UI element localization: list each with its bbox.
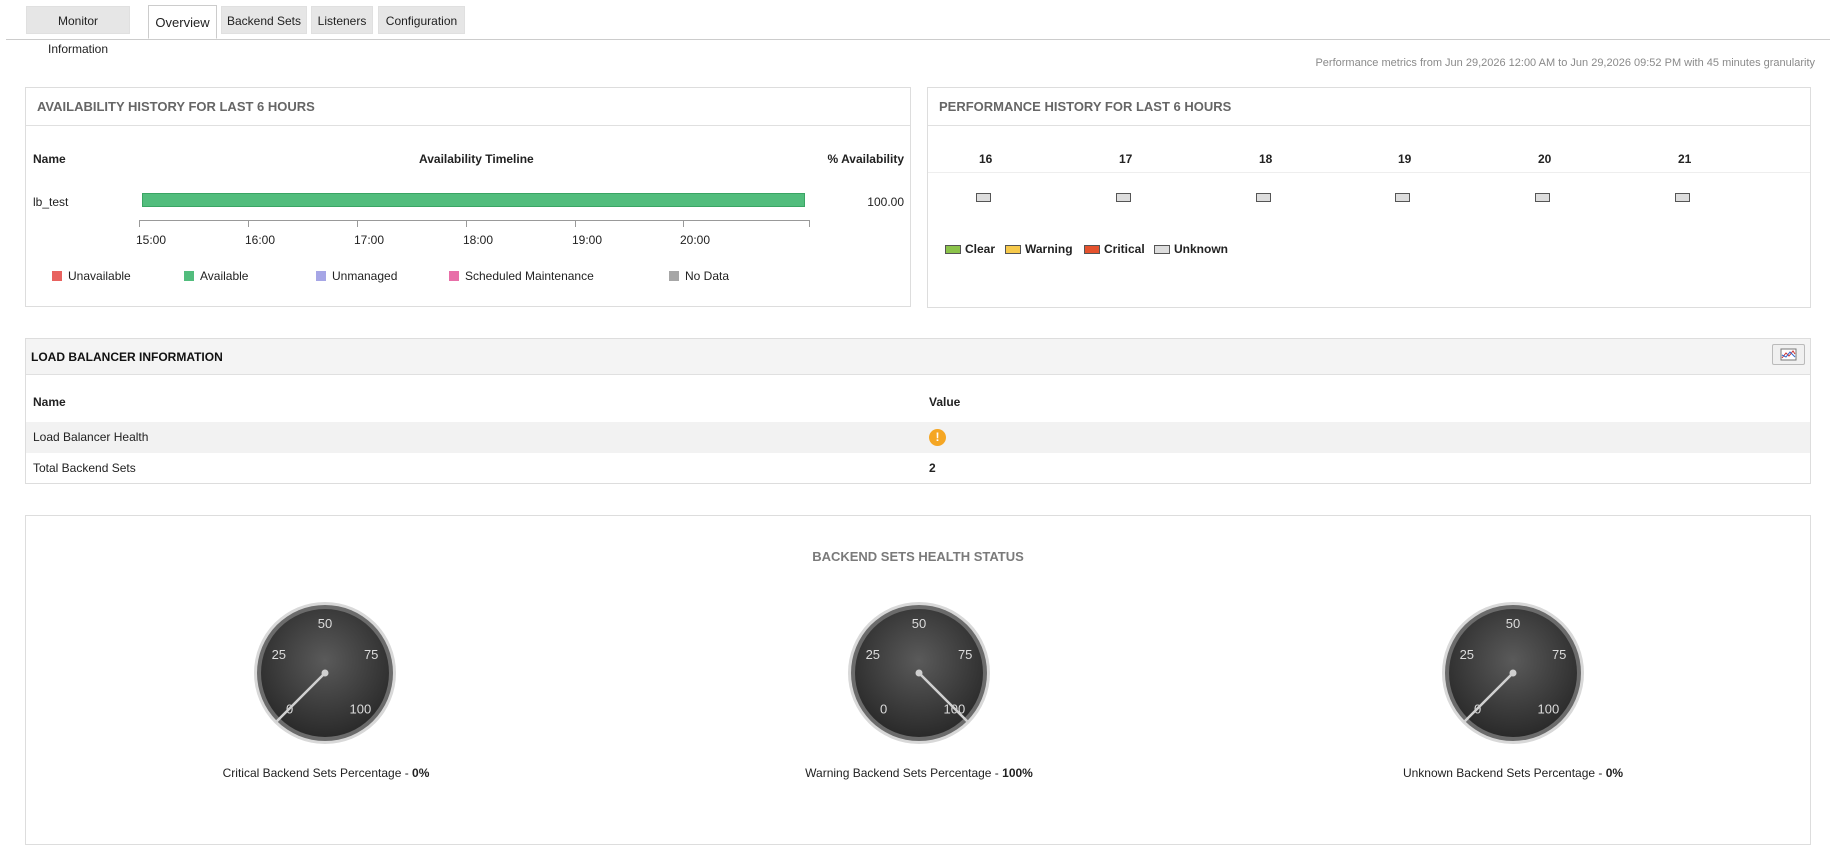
gauge-scale-label: 25	[272, 647, 286, 662]
legend-swatch	[1084, 245, 1100, 254]
gauge-scale-label: 50	[1506, 616, 1520, 631]
gauge-hub	[915, 669, 923, 677]
unknown-gauge-caption: Unknown Backend Sets Percentage - 0%	[1402, 766, 1624, 780]
gauge-scale-label: 50	[318, 616, 332, 631]
availability-timeline-bar[interactable]	[142, 193, 805, 207]
tab-backend-sets[interactable]: Backend Sets	[221, 6, 307, 34]
legend-swatch	[669, 271, 679, 281]
monitor-name[interactable]: lb_test	[33, 195, 68, 209]
axis-label: 15:00	[136, 233, 167, 247]
axis-tick	[357, 220, 358, 227]
lb-info-title: LOAD BALANCER INFORMATION	[26, 339, 1810, 375]
chart-export-icon	[1780, 348, 1797, 361]
gauge-scale-label: 75	[1552, 647, 1566, 662]
tab-configuration[interactable]: Configuration	[378, 6, 465, 34]
warning-status-icon[interactable]: !	[929, 429, 946, 446]
gauge-scale-label: 25	[866, 647, 880, 662]
health-title: BACKEND SETS HEALTH STATUS	[812, 549, 1024, 564]
hour-label: 19	[1398, 152, 1412, 166]
table-row: Load Balancer Health !	[26, 422, 1810, 453]
legend-swatch	[1154, 245, 1170, 254]
hour-label: 17	[1119, 152, 1133, 166]
table-row: Total Backend Sets 2	[26, 453, 1810, 484]
performance-cell[interactable]	[1256, 193, 1271, 202]
axis-tick	[683, 220, 684, 227]
axis-label: 16:00	[245, 233, 276, 247]
gauge-scale-label: 75	[364, 647, 378, 662]
backend-sets-health-panel: BACKEND SETS HEALTH STATUS 0255075100 02…	[25, 515, 1811, 845]
lb-row-name: Total Backend Sets	[33, 461, 136, 475]
gauge-hub	[321, 669, 329, 677]
tab-overview[interactable]: Overview	[148, 5, 217, 39]
unknown-gauge[interactable]: 0255075100	[1441, 601, 1585, 745]
gauge-scale-label: 75	[958, 647, 972, 662]
axis-label: 20:00	[680, 233, 711, 247]
axis-label: 19:00	[572, 233, 603, 247]
performance-cell[interactable]	[1675, 193, 1690, 202]
axis-tick	[575, 220, 576, 227]
legend-swatch	[945, 245, 961, 254]
performance-title: PERFORMANCE HISTORY FOR LAST 6 HOURS	[928, 88, 1810, 126]
performance-cell[interactable]	[1395, 193, 1410, 202]
hour-label: 20	[1538, 152, 1552, 166]
axis-tick	[139, 220, 140, 227]
lb-row-name: Load Balancer Health	[33, 430, 149, 444]
axis-tick	[466, 220, 467, 227]
legend-unmanaged: Unmanaged	[316, 269, 397, 283]
legend-warning: Warning	[1005, 242, 1073, 256]
legend-unknown: Unknown	[1154, 242, 1228, 256]
gauge-scale-label: 100	[1538, 701, 1560, 716]
warning-gauge-caption: Warning Backend Sets Percentage - 100%	[805, 766, 1033, 780]
legend-available: Available	[184, 269, 248, 283]
tab-bar: Monitor Information Overview Backend Set…	[6, 5, 1830, 56]
legend-swatch	[316, 271, 326, 281]
axis-tick	[248, 220, 249, 227]
hour-label: 21	[1678, 152, 1692, 166]
legend-clear: Clear	[945, 242, 995, 256]
total-backend-sets-value[interactable]: 2	[929, 453, 936, 484]
axis-tick	[809, 220, 810, 227]
lb-col-value: Value	[929, 395, 961, 409]
availability-percentage: 100.00	[867, 195, 904, 209]
tab-monitor-information[interactable]: Monitor Information	[26, 6, 130, 56]
gauge-scale-label: 100	[350, 701, 372, 716]
legend-scheduled-maintenance: Scheduled Maintenance	[449, 269, 594, 283]
tab-listeners[interactable]: Listeners	[311, 6, 373, 34]
performance-cell[interactable]	[976, 193, 991, 202]
lb-col-name: Name	[33, 395, 66, 409]
gauge-hub	[1509, 669, 1517, 677]
gauge-scale-label: 25	[1460, 647, 1474, 662]
availability-title: AVAILABILITY HISTORY FOR LAST 6 HOURS	[26, 88, 910, 126]
legend-swatch	[449, 271, 459, 281]
gauge-scale-label: 50	[912, 616, 926, 631]
load-balancer-info-panel: LOAD BALANCER INFORMATION Name Value Loa…	[25, 338, 1811, 484]
availability-col-name: Name	[33, 152, 66, 166]
availability-history-panel: AVAILABILITY HISTORY FOR LAST 6 HOURS Na…	[25, 87, 911, 307]
performance-history-panel: PERFORMANCE HISTORY FOR LAST 6 HOURS 16 …	[927, 87, 1811, 308]
legend-critical: Critical	[1084, 242, 1145, 256]
legend-swatch	[52, 271, 62, 281]
legend-swatch	[184, 271, 194, 281]
availability-col-timeline: Availability Timeline	[419, 152, 534, 166]
export-chart-button[interactable]	[1772, 344, 1805, 365]
legend-swatch	[1005, 245, 1021, 254]
legend-no-data: No Data	[669, 269, 729, 283]
performance-cell[interactable]	[1535, 193, 1550, 202]
hour-label: 16	[979, 152, 993, 166]
hour-label: 18	[1259, 152, 1273, 166]
axis-label: 18:00	[463, 233, 494, 247]
warning-gauge[interactable]: 0255075100	[847, 601, 991, 745]
gauge-scale-label: 0	[880, 701, 887, 716]
axis-label: 17:00	[354, 233, 385, 247]
timeline-axis	[139, 220, 810, 221]
legend-unavailable: Unavailable	[52, 269, 131, 283]
performance-range-text: Performance metrics from Jun 29,2026 12:…	[1315, 57, 1815, 69]
performance-cell[interactable]	[1116, 193, 1131, 202]
critical-gauge-caption: Critical Backend Sets Percentage - 0%	[222, 766, 430, 780]
availability-col-pct: % Availability	[827, 152, 904, 166]
divider	[928, 172, 1810, 173]
critical-gauge[interactable]: 0255075100	[253, 601, 397, 745]
